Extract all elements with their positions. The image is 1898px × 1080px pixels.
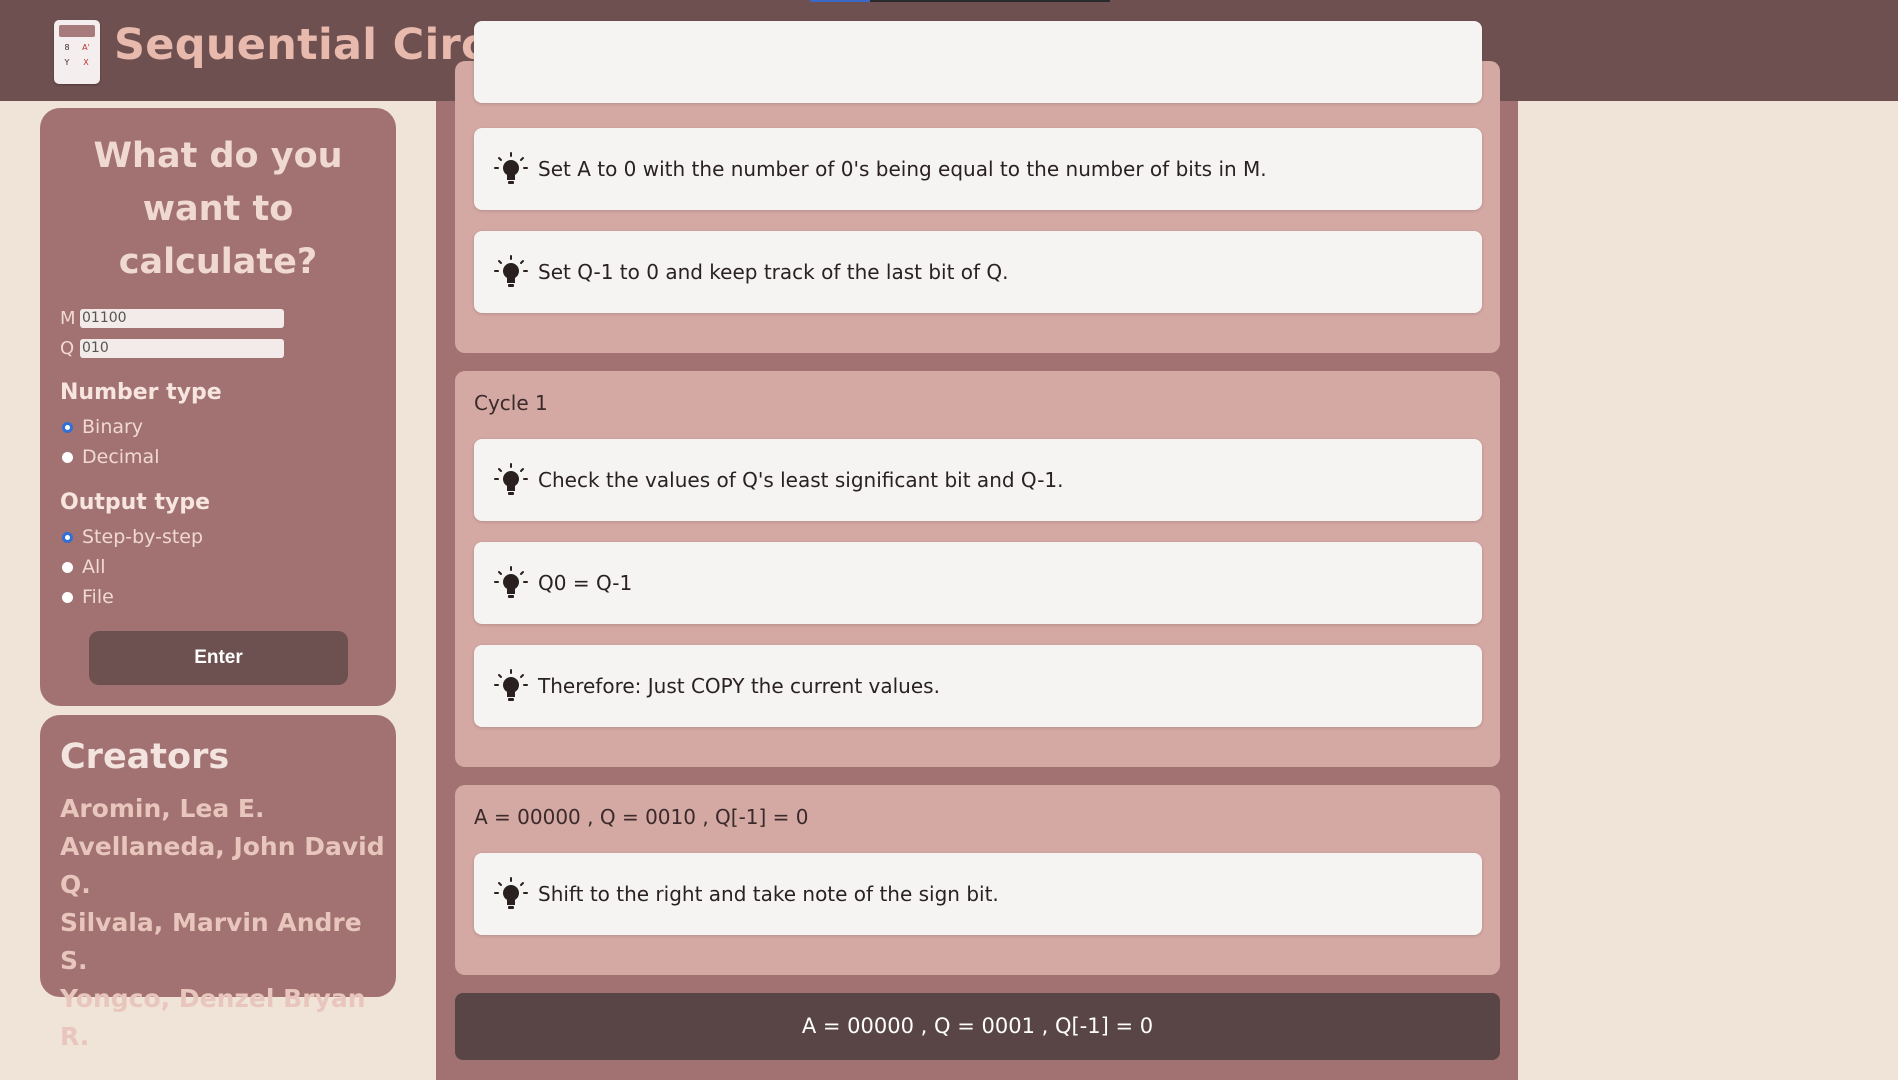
q-field-label: Q <box>60 337 75 359</box>
input-form-panel: What do you want to calculate? M Q Numbe… <box>40 108 396 706</box>
result-bar: A = 00000 , Q = 0001 , Q[-1] = 0 <box>455 993 1500 1060</box>
radio-selected-icon[interactable] <box>62 421 73 433</box>
radio-label: Binary <box>82 416 144 438</box>
creator-name: Yongco, Denzel Bryan R. <box>60 984 366 1051</box>
page-load-progress-fill <box>810 0 870 2</box>
calculator-logo-icon: 8 A' Y X <box>54 20 100 84</box>
radio-label: All <box>82 556 106 578</box>
step-item: Q0 = Q-1 <box>474 542 1482 624</box>
q-field-row: Q <box>60 336 284 360</box>
output-type-all-option[interactable]: All <box>60 554 106 580</box>
lightbulb-icon <box>494 463 528 495</box>
logo-key: 8 <box>64 43 70 52</box>
lightbulb-icon <box>494 669 528 701</box>
creators-panel: Creators Aromin, Lea E. Avellaneda, John… <box>40 715 396 1051</box>
step-item: Set Q-1 to 0 and keep track of the last … <box>474 231 1482 313</box>
lightbulb-icon <box>494 152 528 184</box>
number-type-decimal-option[interactable]: Decimal <box>60 444 159 470</box>
step-text: Check the values of Q's least significan… <box>538 468 1064 492</box>
creator-name: Silvala, Marvin Andre S. <box>60 908 362 975</box>
m-input[interactable] <box>80 308 284 328</box>
creator-name: Avellaneda, John David Q. <box>60 832 385 899</box>
creators-title: Creators <box>60 737 230 777</box>
enter-button[interactable]: Enter <box>89 631 348 685</box>
form-heading-line: calculate? <box>118 242 318 282</box>
radio-unselected-icon[interactable] <box>62 451 73 463</box>
step-text: Set A to 0 with the number of 0's being … <box>538 157 1267 181</box>
radio-selected-icon[interactable] <box>62 531 73 543</box>
output-type-step-option[interactable]: Step-by-step <box>60 524 203 550</box>
creators-list: Aromin, Lea E. Avellaneda, John David Q.… <box>60 790 390 1056</box>
output-type-file-option[interactable]: File <box>60 584 114 610</box>
step-text: Shift to the right and take note of the … <box>538 882 999 906</box>
step-item-clipped <box>474 21 1482 103</box>
radio-unselected-icon[interactable] <box>62 561 73 573</box>
lightbulb-icon <box>494 877 528 909</box>
radio-label: File <box>82 586 114 608</box>
radio-label: Step-by-step <box>82 526 204 548</box>
form-heading-line: want to <box>142 189 294 229</box>
logo-key: X <box>83 58 89 67</box>
state-card: A = 00000 , Q = 0010 , Q[-1] = 0 Shift t… <box>455 785 1500 975</box>
step-item: Set A to 0 with the number of 0's being … <box>474 128 1482 210</box>
step-item: Therefore: Just COPY the current values. <box>474 645 1482 727</box>
step-text: Q0 = Q-1 <box>538 571 633 595</box>
solution-steps-area[interactable]: Set A to 0 with the number of 0's being … <box>436 21 1518 1080</box>
form-heading: What do you want to calculate? <box>40 130 396 289</box>
output-type-title: Output type <box>60 490 210 515</box>
m-field-row: M <box>60 306 284 330</box>
logo-key: A' <box>82 43 90 52</box>
step-text: Therefore: Just COPY the current values. <box>538 674 940 698</box>
logo-key: Y <box>64 58 70 67</box>
lightbulb-icon <box>494 255 528 287</box>
radio-label: Decimal <box>82 446 160 468</box>
creator-name: Aromin, Lea E. <box>60 794 265 823</box>
number-type-binary-option[interactable]: Binary <box>60 414 143 440</box>
form-heading-line: What do you <box>93 136 343 176</box>
lightbulb-icon <box>494 566 528 598</box>
page-load-progress <box>810 0 1110 2</box>
cycle-1-card: Cycle 1 Check the values of Q's least si… <box>455 371 1500 767</box>
m-field-label: M <box>60 307 76 329</box>
number-type-title: Number type <box>60 380 222 405</box>
state-title: A = 00000 , Q = 0010 , Q[-1] = 0 <box>474 805 809 829</box>
initialization-card: Set A to 0 with the number of 0's being … <box>455 21 1500 353</box>
radio-unselected-icon[interactable] <box>62 591 73 603</box>
logo-screen <box>59 25 95 37</box>
step-item: Check the values of Q's least significan… <box>474 439 1482 521</box>
q-input[interactable] <box>80 338 284 358</box>
cycle-title: Cycle 1 <box>474 391 548 415</box>
step-text: Set Q-1 to 0 and keep track of the last … <box>538 260 1009 284</box>
step-item: Shift to the right and take note of the … <box>474 853 1482 935</box>
